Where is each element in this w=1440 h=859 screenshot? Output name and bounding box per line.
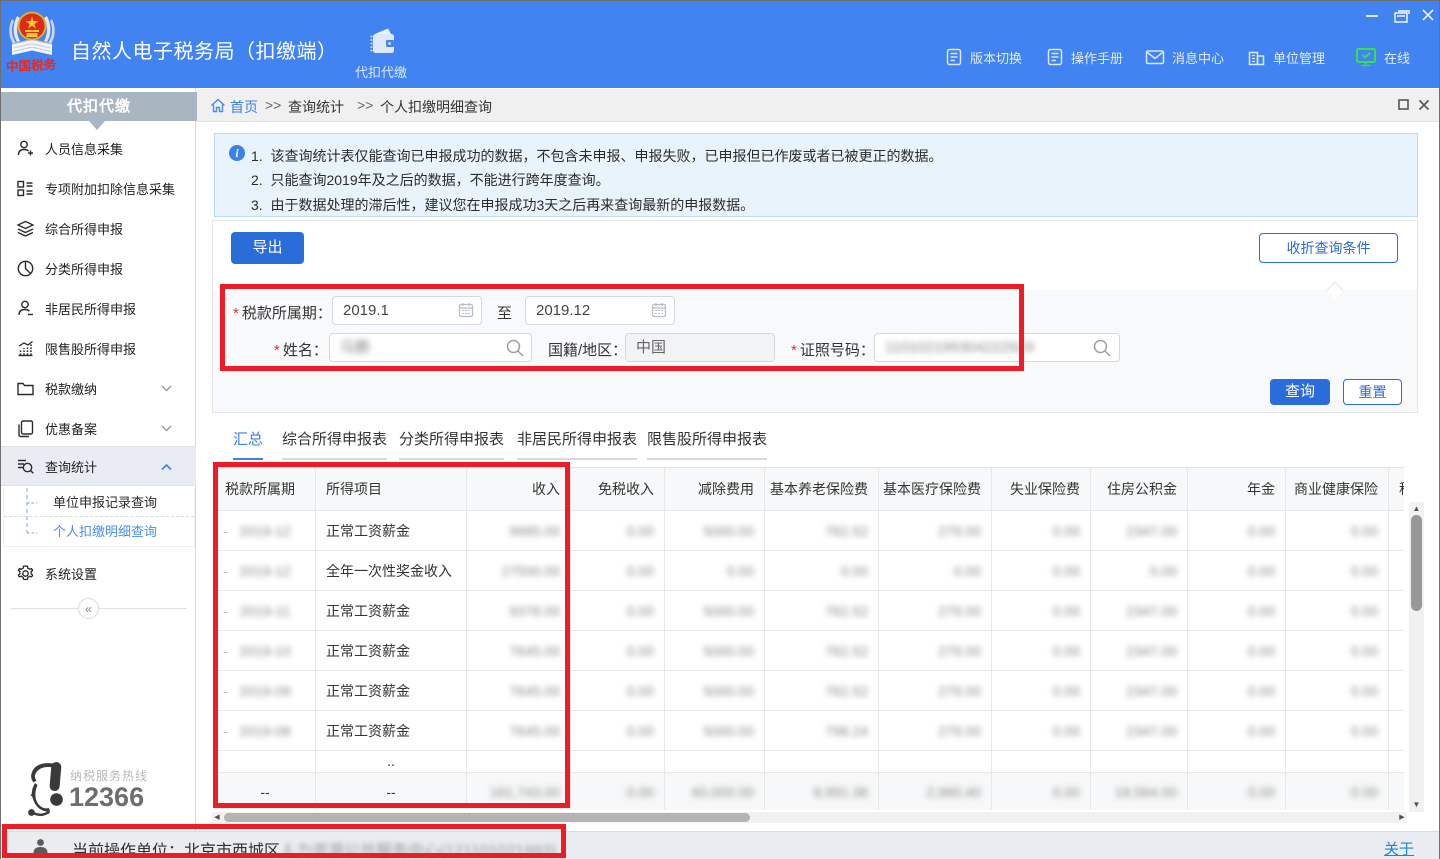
svg-text:中国税务: 中国税务 [6,57,57,74]
